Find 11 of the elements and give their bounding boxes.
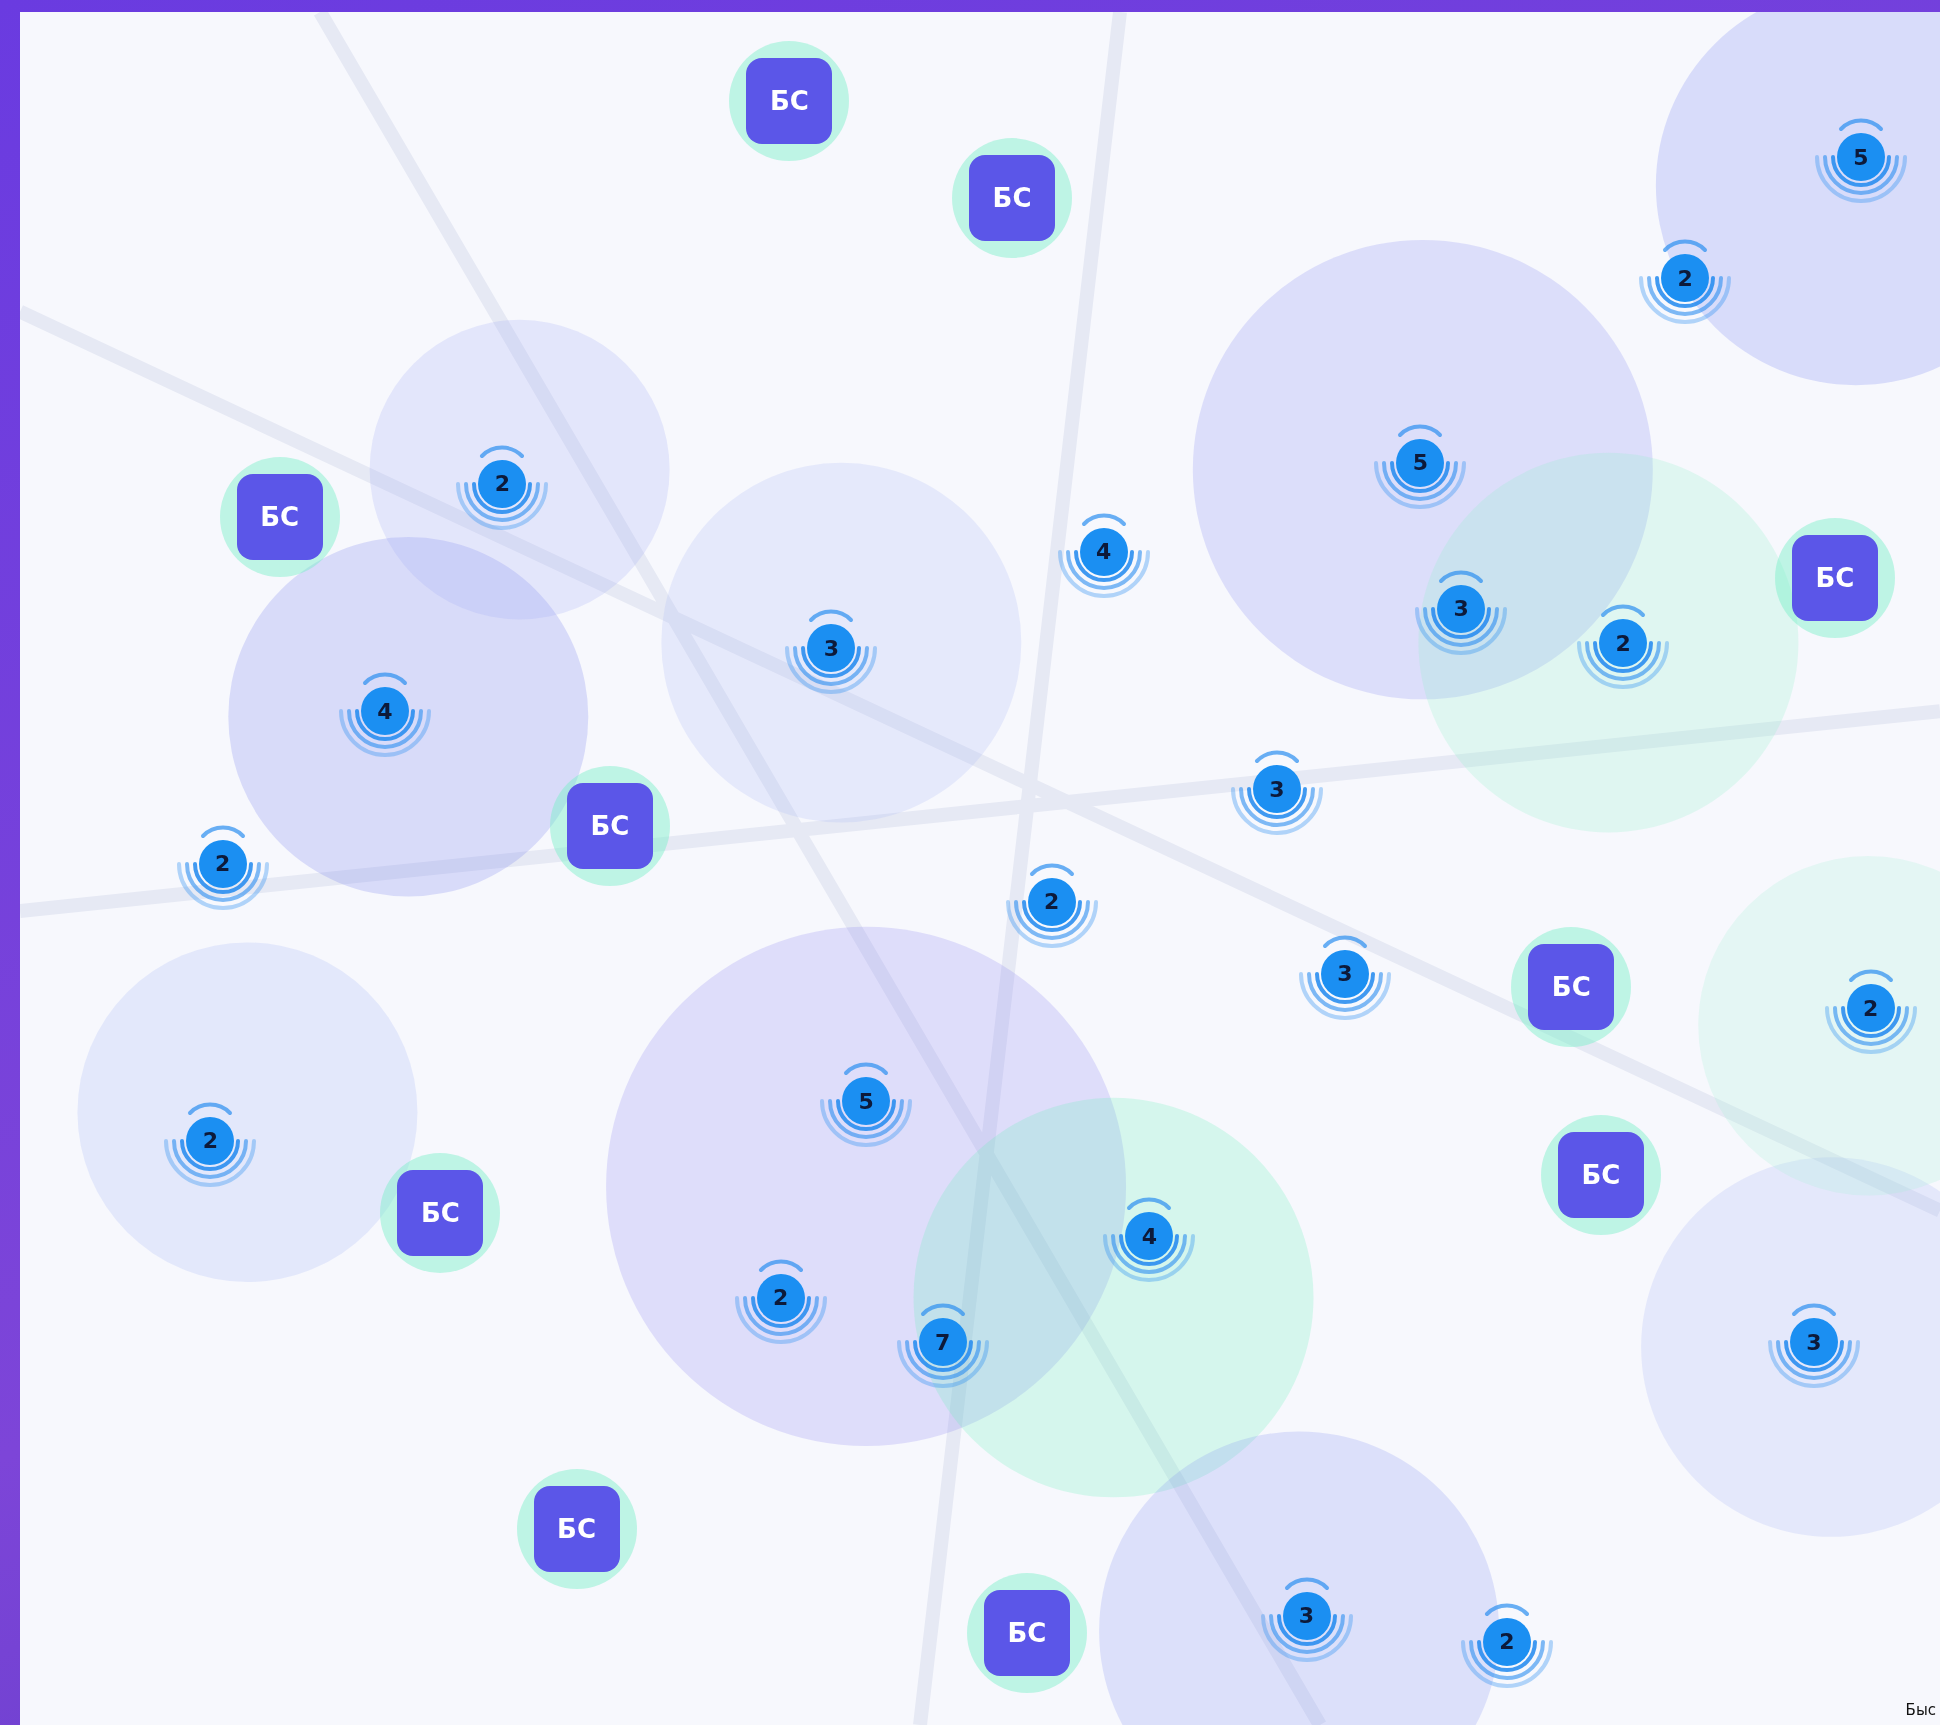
base-station-marker[interactable]: БС [1558, 1132, 1644, 1219]
base-station-marker[interactable]: БС [533, 1486, 620, 1573]
base-station-marker[interactable]: БС [746, 58, 833, 145]
base-station-marker[interactable]: БС [566, 783, 653, 870]
base-station-marker[interactable]: БС [969, 154, 1056, 241]
base-station-marker[interactable]: БС [983, 1590, 1070, 1677]
map-attribution: Быс [1905, 1701, 1936, 1719]
base-station-marker[interactable]: БС [236, 474, 323, 561]
base-station-marker[interactable]: БС [397, 1169, 484, 1256]
base-station-marker[interactable]: БС [1528, 944, 1615, 1031]
base-station-marker[interactable]: БС [1791, 534, 1878, 621]
